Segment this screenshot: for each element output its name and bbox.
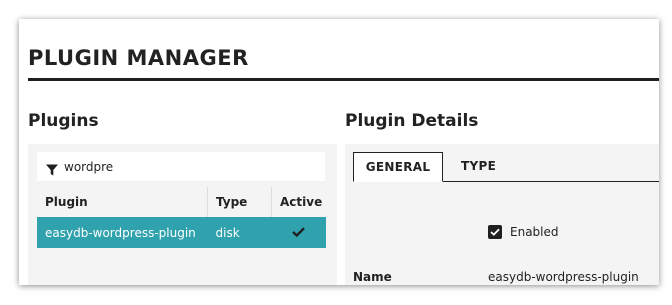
plugin-active-cell: [271, 217, 326, 248]
name-value: easydb-wordpress-plugin: [488, 270, 639, 284]
name-label: Name: [353, 270, 392, 284]
tab-general[interactable]: GENERAL: [353, 152, 443, 182]
plugins-panel: Plugin Type Active easydb-wordpress-plug…: [28, 144, 337, 285]
plugins-section-title: Plugins: [28, 111, 99, 131]
table-row[interactable]: easydb-wordpress-plugin disk: [37, 217, 326, 248]
details-tabs: GENERAL TYPE: [353, 152, 659, 182]
filter-icon: [46, 161, 58, 175]
checkmark-icon: [292, 226, 306, 240]
enabled-checkbox[interactable]: [488, 225, 502, 239]
table-header-row: Plugin Type Active: [37, 187, 326, 217]
column-header-plugin[interactable]: Plugin: [37, 187, 208, 217]
column-header-active[interactable]: Active: [271, 187, 326, 217]
plugin-filter-input[interactable]: [64, 159, 304, 174]
title-divider: [28, 78, 659, 81]
plugin-details-section-title: Plugin Details: [345, 111, 479, 131]
plugins-table: Plugin Type Active easydb-wordpress-plug…: [37, 187, 326, 248]
plugin-type-cell: disk: [207, 217, 272, 248]
plugin-filter-box[interactable]: [37, 152, 325, 181]
plugin-manager-window: PLUGIN MANAGER Plugins Plugin Details Pl…: [19, 19, 659, 285]
tab-type[interactable]: TYPE: [461, 152, 496, 181]
enabled-label: Enabled: [510, 225, 559, 239]
column-header-type[interactable]: Type: [207, 187, 272, 217]
enabled-toggle[interactable]: Enabled: [488, 225, 559, 239]
plugin-details-panel: GENERAL TYPE Enabled Name easydb-wordpre…: [345, 144, 659, 285]
plugin-name-cell: easydb-wordpress-plugin: [37, 217, 208, 248]
page-title: PLUGIN MANAGER: [28, 46, 249, 70]
